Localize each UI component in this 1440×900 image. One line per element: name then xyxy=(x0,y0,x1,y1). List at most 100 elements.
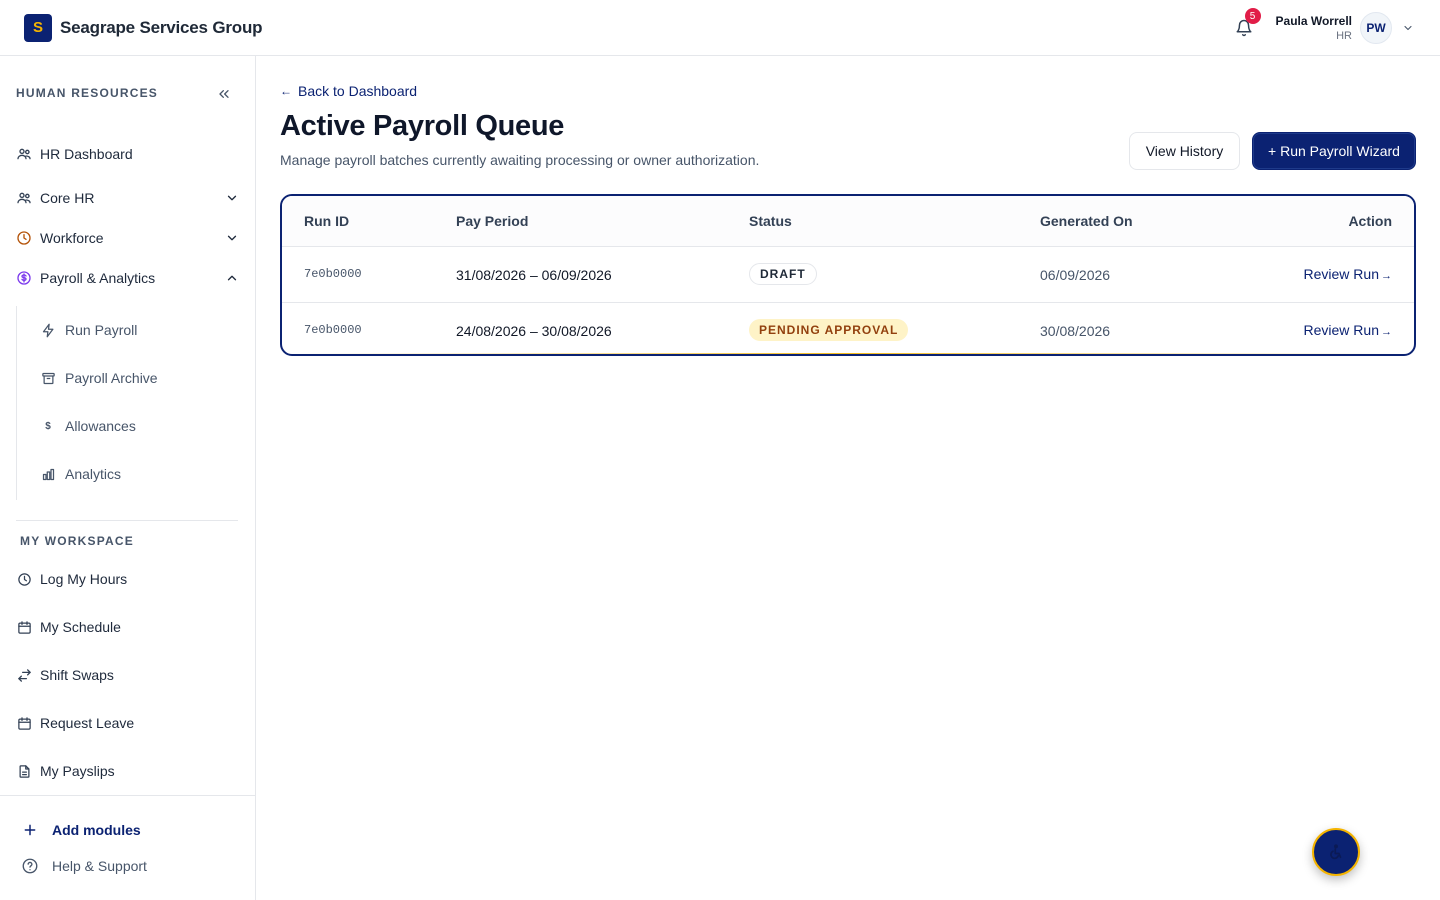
sidebar-section-label: HUMAN RESOURCES xyxy=(16,86,159,100)
sidebar-item-label: Workforce xyxy=(40,230,104,246)
sidebar-bottom-divider xyxy=(0,795,255,796)
users-icon xyxy=(16,190,32,206)
user-info: Paula Worrell HR xyxy=(1276,14,1352,42)
sidebar: HUMAN RESOURCES HR Dashboard Core HR Wor… xyxy=(0,56,256,900)
view-history-button[interactable]: View History xyxy=(1129,132,1240,170)
sidebar-item-label: Payroll & Analytics xyxy=(40,270,156,286)
dollar-circle-icon xyxy=(16,270,32,286)
subnav-guide-line xyxy=(16,306,17,500)
run-id-cell: 7e0b0000 xyxy=(304,323,362,337)
sidebar-divider xyxy=(16,520,238,521)
column-header-status: Status xyxy=(749,213,792,229)
calendar-icon xyxy=(16,715,32,731)
add-modules-button[interactable]: Add modules xyxy=(20,818,141,842)
table-header: Run ID Pay Period Status Generated On Ac… xyxy=(282,196,1414,247)
chevron-down-icon xyxy=(224,230,240,246)
workspace-section-label: MY WORKSPACE xyxy=(20,534,134,548)
sidebar-item-analytics[interactable]: Analytics xyxy=(40,460,230,488)
gold-glow-bottom xyxy=(282,353,1414,354)
notifications-button[interactable]: 5 xyxy=(1232,8,1261,40)
back-link-label: Back to Dashboard xyxy=(298,83,418,99)
sidebar-item-label: My Payslips xyxy=(40,763,115,779)
pay-period-cell: 31/08/2026 – 06/09/2026 xyxy=(456,267,612,283)
sidebar-item-label: Run Payroll xyxy=(65,322,138,338)
clock-icon xyxy=(16,230,32,246)
user-name: Paula Worrell xyxy=(1275,14,1352,28)
run-payroll-wizard-button[interactable]: + Run Payroll Wizard xyxy=(1252,132,1416,170)
sidebar-item-my-schedule[interactable]: My Schedule xyxy=(16,613,240,641)
column-header-run-id: Run ID xyxy=(304,213,350,229)
status-badge: PENDING APPROVAL xyxy=(749,319,909,341)
table-row: 7e0b0000 31/08/2026 – 06/09/2026 DRAFT 0… xyxy=(282,247,1414,301)
add-modules-label: Add modules xyxy=(52,822,141,838)
sidebar-item-label: Shift Swaps xyxy=(40,667,114,683)
user-role: HR xyxy=(1336,30,1352,42)
brand[interactable]: S Seagrape Services Group xyxy=(24,13,263,42)
user-menu-toggle[interactable] xyxy=(1400,20,1416,36)
sidebar-item-my-payslips[interactable]: My Payslips xyxy=(16,757,240,785)
plus-icon xyxy=(20,820,40,840)
sidebar-item-allowances[interactable]: $ Allowances xyxy=(40,412,230,440)
sidebar-item-log-my-hours[interactable]: Log My Hours xyxy=(16,565,240,593)
document-icon xyxy=(16,763,32,779)
sidebar-item-label: HR Dashboard xyxy=(40,146,133,162)
run-id-cell: 7e0b0000 xyxy=(304,267,362,281)
sidebar-item-workforce[interactable]: Workforce xyxy=(16,224,240,252)
generated-on-cell: 06/09/2026 xyxy=(1040,267,1111,283)
status-badge: DRAFT xyxy=(749,263,817,285)
arrow-right-icon: → xyxy=(1381,325,1392,338)
page-subtitle: Manage payroll batches currently awaitin… xyxy=(280,152,760,168)
sidebar-item-label: My Schedule xyxy=(40,619,121,635)
page-title: Active Payroll Queue xyxy=(280,110,565,142)
collapse-sidebar-button[interactable] xyxy=(214,84,234,104)
sidebar-item-payroll-analytics[interactable]: Payroll & Analytics xyxy=(16,264,240,292)
generated-on-cell: 30/08/2026 xyxy=(1040,323,1111,339)
review-run-link[interactable]: Review Run → xyxy=(1304,322,1392,338)
sidebar-item-label: Analytics xyxy=(65,466,122,482)
help-support-label: Help & Support xyxy=(52,858,147,874)
top-bar: S Seagrape Services Group 5 Paula Worrel… xyxy=(0,0,1440,56)
sidebar-item-run-payroll[interactable]: Run Payroll xyxy=(40,316,230,344)
payroll-queue-table: Run ID Pay Period Status Generated On Ac… xyxy=(280,194,1416,356)
table-row: 7e0b0000 24/08/2026 – 30/08/2026 PENDING… xyxy=(282,302,1414,354)
sidebar-item-label: Request Leave xyxy=(40,715,135,731)
sidebar-item-hr-dashboard[interactable]: HR Dashboard xyxy=(16,140,240,168)
archive-icon xyxy=(40,370,56,386)
avatar[interactable]: PW xyxy=(1360,12,1392,44)
top-right-controls: 5 Paula Worrell HR PW xyxy=(1232,0,1416,56)
arrow-right-icon: → xyxy=(1381,269,1392,282)
clock-icon xyxy=(16,571,32,587)
sidebar-item-label: Core HR xyxy=(40,190,95,206)
chevron-down-icon xyxy=(1404,25,1412,31)
brand-logo: S xyxy=(24,13,52,42)
accessibility-icon xyxy=(1330,844,1342,860)
column-header-action: Action xyxy=(1348,213,1392,229)
bar-chart-icon xyxy=(40,466,56,482)
chevrons-left-icon xyxy=(219,90,229,98)
help-support-button[interactable]: Help & Support xyxy=(20,854,147,878)
lightning-icon xyxy=(40,322,56,338)
users-icon xyxy=(16,146,32,162)
column-header-pay-period: Pay Period xyxy=(456,213,529,229)
sidebar-item-core-hr[interactable]: Core HR xyxy=(16,184,240,212)
pay-period-cell: 24/08/2026 – 30/08/2026 xyxy=(456,323,612,339)
back-to-dashboard-link[interactable]: ← Back to Dashboard xyxy=(280,83,417,99)
review-run-label: Review Run xyxy=(1303,322,1379,338)
sidebar-item-payroll-archive[interactable]: Payroll Archive xyxy=(40,364,230,392)
sidebar-item-request-leave[interactable]: Request Leave xyxy=(16,709,240,737)
review-run-link[interactable]: Review Run → xyxy=(1304,266,1392,282)
dollar-icon: $ xyxy=(45,420,51,432)
chevron-up-icon xyxy=(224,270,240,286)
help-circle-icon xyxy=(20,856,40,876)
arrow-left-icon: ← xyxy=(280,84,292,98)
sidebar-item-label: Payroll Archive xyxy=(65,370,158,386)
sidebar-item-label: Log My Hours xyxy=(40,571,128,587)
accessibility-button[interactable] xyxy=(1312,828,1360,876)
brand-name: Seagrape Services Group xyxy=(60,17,263,37)
calendar-icon xyxy=(16,619,32,635)
review-run-label: Review Run xyxy=(1303,266,1379,282)
sidebar-item-label: Allowances xyxy=(65,418,136,434)
sidebar-item-shift-swaps[interactable]: Shift Swaps xyxy=(16,661,240,689)
swap-icon xyxy=(16,667,32,683)
notification-count-badge: 5 xyxy=(1244,8,1261,24)
